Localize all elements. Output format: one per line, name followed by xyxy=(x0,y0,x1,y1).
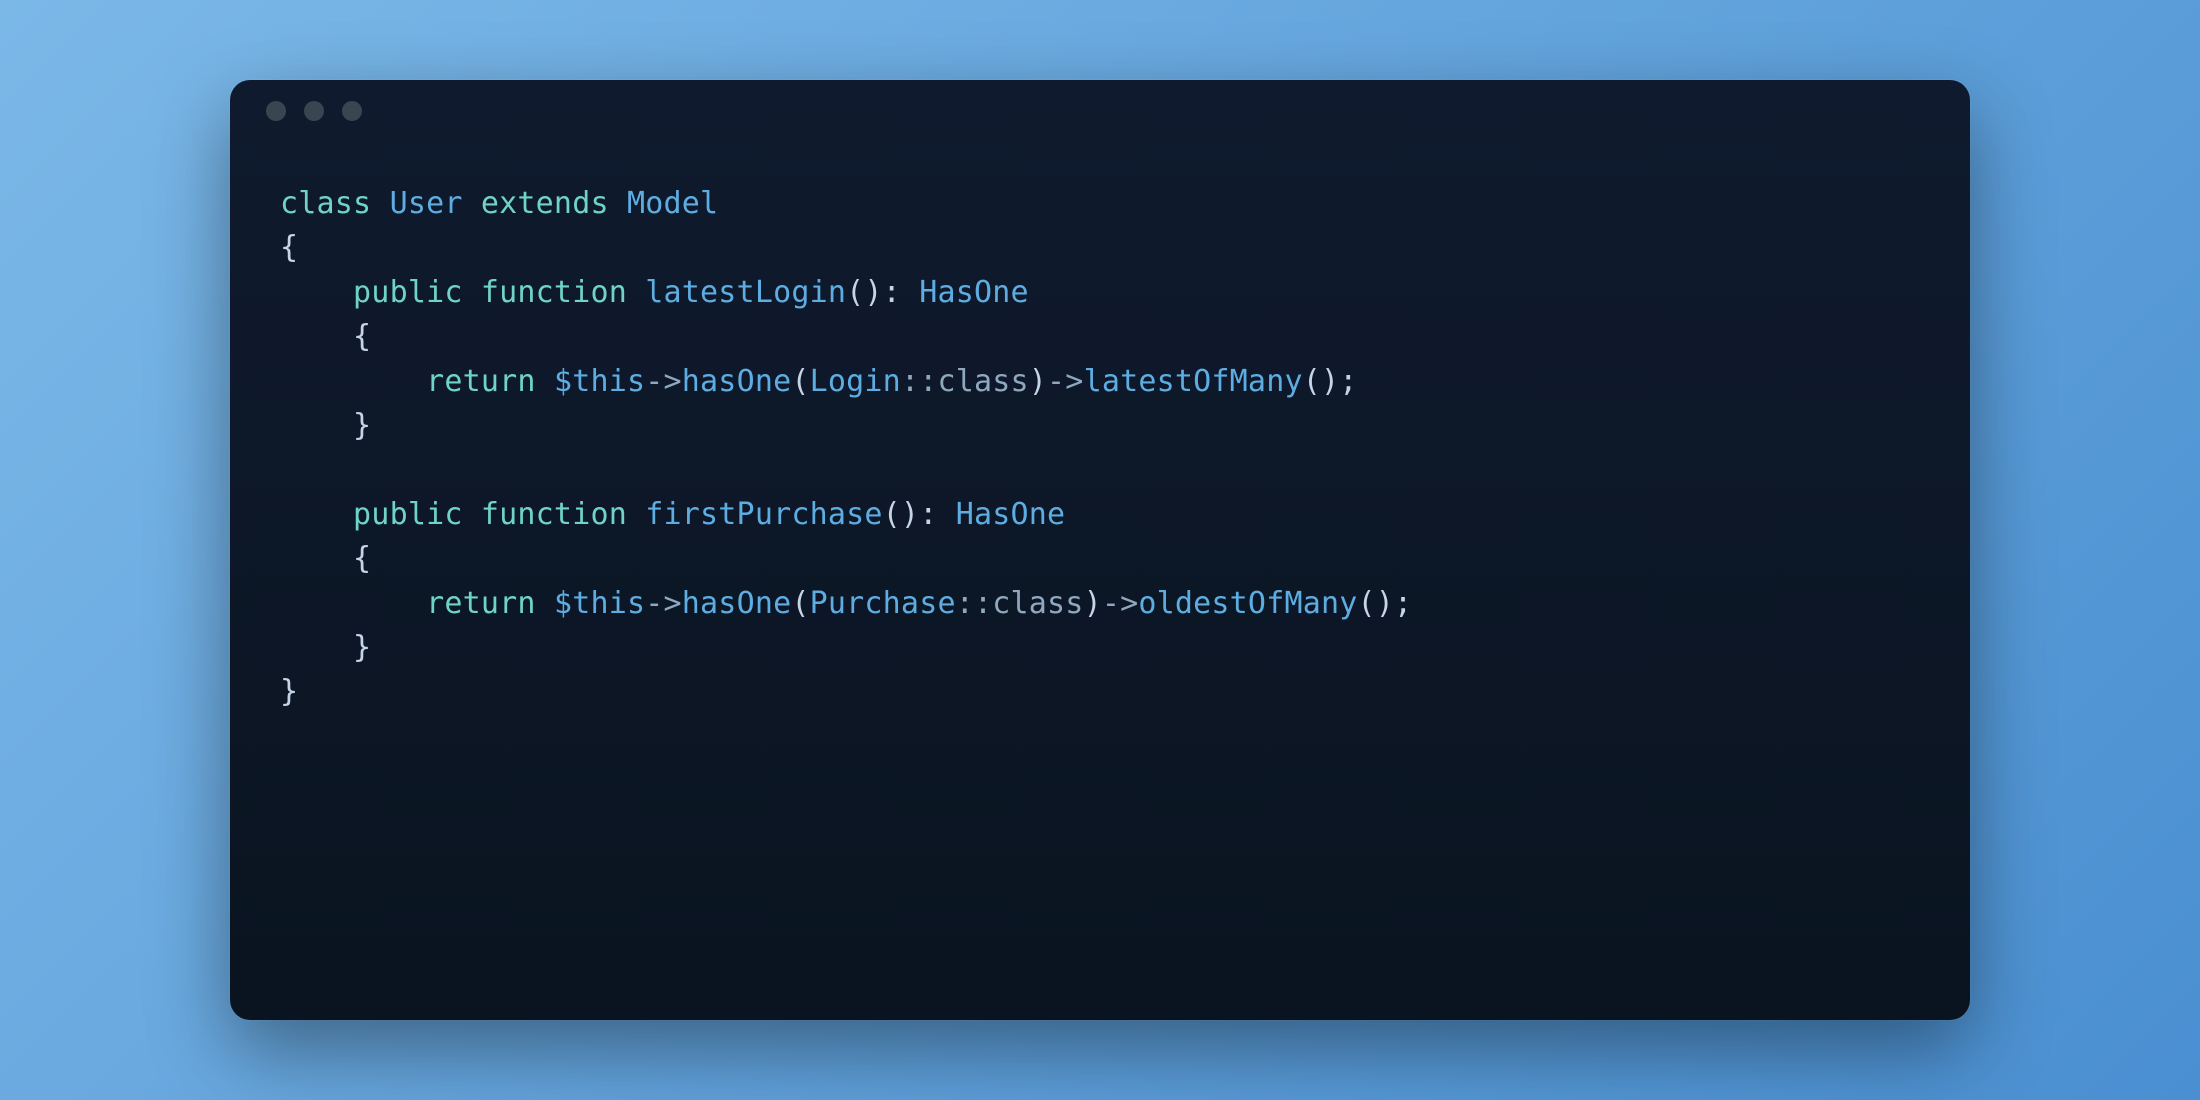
semicolon: ; xyxy=(1394,586,1412,621)
method-oldestofmany: oldestOfMany xyxy=(1138,586,1357,621)
brace-open: { xyxy=(280,230,298,265)
arrow-op: -> xyxy=(1047,364,1084,399)
parens-empty: () xyxy=(1358,586,1395,621)
arrow-op: -> xyxy=(645,364,682,399)
paren-open: ( xyxy=(791,364,809,399)
class-purchase: Purchase xyxy=(810,586,956,621)
function-name: latestLogin xyxy=(645,275,846,310)
class-login: Login xyxy=(810,364,901,399)
brace-close-inner: } xyxy=(280,408,371,443)
variable-this: $this xyxy=(554,586,645,621)
double-colon: :: xyxy=(901,364,938,399)
keyword-class: class xyxy=(280,186,371,221)
window-titlebar xyxy=(230,80,1970,142)
keyword-public: public xyxy=(353,497,463,532)
colon: : xyxy=(919,497,937,532)
keyword-extends: extends xyxy=(481,186,609,221)
brace-close: } xyxy=(280,674,298,709)
keyword-public: public xyxy=(353,275,463,310)
return-type: HasOne xyxy=(956,497,1066,532)
variable-this: $this xyxy=(554,364,645,399)
semicolon: ; xyxy=(1339,364,1357,399)
class-keyword: class xyxy=(937,364,1028,399)
keyword-function: function xyxy=(481,497,627,532)
parens: () xyxy=(846,275,883,310)
brace-open-inner: { xyxy=(280,319,371,354)
parens-empty: () xyxy=(1303,364,1340,399)
double-colon: :: xyxy=(956,586,993,621)
code-window: class User extends Model { public functi… xyxy=(230,80,1970,1020)
traffic-light-close[interactable] xyxy=(266,101,286,121)
keyword-return: return xyxy=(426,586,536,621)
class-name-user: User xyxy=(390,186,463,221)
traffic-light-maximize[interactable] xyxy=(342,101,362,121)
class-keyword: class xyxy=(992,586,1083,621)
arrow-op: -> xyxy=(645,586,682,621)
brace-open-inner: { xyxy=(280,541,371,576)
return-type: HasOne xyxy=(919,275,1029,310)
parens: () xyxy=(883,497,920,532)
arrow-op: -> xyxy=(1102,586,1139,621)
method-hasone: hasOne xyxy=(682,586,792,621)
brace-close-inner: } xyxy=(280,630,371,665)
keyword-function: function xyxy=(481,275,627,310)
paren-close: ) xyxy=(1029,364,1047,399)
function-name: firstPurchase xyxy=(645,497,882,532)
paren-open: ( xyxy=(791,586,809,621)
paren-close: ) xyxy=(1084,586,1102,621)
keyword-return: return xyxy=(426,364,536,399)
colon: : xyxy=(883,275,901,310)
traffic-light-minimize[interactable] xyxy=(304,101,324,121)
class-name-model: Model xyxy=(627,186,718,221)
method-latestofmany: latestOfMany xyxy=(1084,364,1303,399)
code-block: class User extends Model { public functi… xyxy=(230,142,1970,755)
method-hasone: hasOne xyxy=(682,364,792,399)
